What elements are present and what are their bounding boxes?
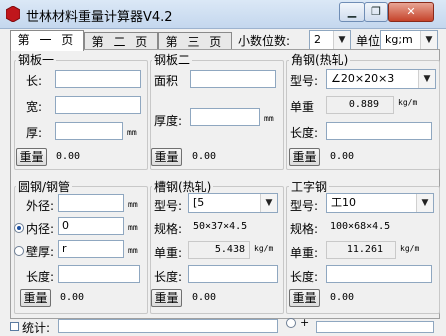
chevron-down-icon: ▼	[260, 194, 277, 212]
angle-length-input[interactable]	[326, 122, 432, 140]
plate2-area-input[interactable]	[190, 70, 276, 88]
minimize-button[interactable]: ▁	[339, 2, 365, 22]
unit-weight-label: 单重	[290, 100, 315, 114]
title-bar: 世林材料重量计算器V4.2 ▁ ❐ ✕	[0, 0, 446, 29]
spec-label: 规格:	[154, 222, 183, 236]
unit-system-value: kg;m	[385, 33, 413, 46]
channel-length-input[interactable]	[188, 265, 278, 283]
width-label: 宽:	[26, 100, 43, 114]
spec-label: 规格:	[290, 222, 319, 236]
wall-thickness-label: 壁厚:	[26, 245, 55, 259]
channel-weight-button[interactable]: 重量	[151, 289, 182, 307]
unit-weight-unit: kg/m	[254, 244, 274, 253]
inner-diameter-label: 内径:	[26, 222, 55, 236]
i-beam-length-input[interactable]	[326, 265, 432, 283]
i-beam-result: 0.00	[330, 292, 355, 303]
angle-unit-weight-value: 0.889	[326, 96, 394, 114]
thickness-label: 厚:	[26, 126, 43, 140]
plus-label: +	[300, 316, 310, 329]
outer-diameter-input[interactable]	[58, 194, 124, 212]
channel-spec-value: 50×37×4.5	[190, 218, 278, 236]
thickness-label: 厚度:	[154, 114, 183, 128]
app-hexagon-icon	[6, 6, 20, 22]
model-label: 型号:	[290, 199, 319, 213]
angle-result: 0.00	[330, 151, 355, 162]
plus-radio[interactable]	[286, 318, 296, 328]
plate1-length-input[interactable]	[55, 70, 141, 88]
outer-diameter-unit: mm	[128, 200, 138, 209]
round-steel-title: 圆钢/钢管	[16, 178, 73, 195]
bottom-input[interactable]	[316, 321, 434, 333]
angle-model-select[interactable]: ∠20×20×3 ▼	[326, 69, 436, 89]
plate1-weight-button[interactable]: 重量	[16, 148, 47, 166]
plate2-thickness-input[interactable]	[190, 108, 260, 126]
length-label: 长度:	[290, 270, 319, 284]
plate2-result: 0.00	[192, 151, 217, 162]
plate2-weight-button[interactable]: 重量	[151, 148, 182, 166]
unit-weight-label: 单重:	[290, 246, 319, 260]
model-label: 型号:	[154, 199, 183, 213]
total-label: 统计:	[22, 321, 51, 335]
channel-unit-weight-value: 5.438	[188, 241, 250, 259]
plate1-result: 0.00	[56, 151, 81, 162]
i-beam-unit-weight-value: 11.261	[326, 241, 396, 259]
channel-model-value: [5	[193, 196, 205, 209]
wall-thickness-input[interactable]: r	[58, 240, 124, 258]
i-beam-model-value: 工10	[331, 196, 356, 209]
thickness-unit: mm	[264, 114, 274, 123]
inner-diameter-radio[interactable]	[14, 223, 24, 233]
decimal-places-select[interactable]: 2 ▼	[309, 30, 351, 50]
decimal-places-value: 2	[314, 33, 321, 46]
channel-result: 0.00	[192, 292, 217, 303]
length-label: 长度:	[26, 270, 55, 284]
chevron-down-icon: ▼	[333, 31, 350, 49]
length-label: 长:	[26, 74, 43, 88]
angle-steel-title: 角钢(热轧)	[289, 51, 351, 68]
unit-system-select[interactable]: kg;m ▼	[380, 30, 438, 50]
restore-button[interactable]: ❐	[364, 2, 388, 22]
unit-weight-label: 单重:	[154, 246, 183, 260]
angle-model-value: ∠20×20×3	[331, 72, 395, 85]
round-length-input[interactable]	[58, 265, 140, 283]
window-title: 世林材料重量计算器V4.2	[26, 10, 173, 25]
i-beam-weight-button[interactable]: 重量	[289, 289, 320, 307]
angle-weight-button[interactable]: 重量	[289, 148, 320, 166]
plate1-thickness-input[interactable]	[55, 122, 123, 140]
thickness-unit: mm	[127, 128, 137, 137]
i-beam-model-select[interactable]: 工10 ▼	[326, 193, 434, 213]
channel-model-select[interactable]: [5 ▼	[188, 193, 278, 213]
close-button[interactable]: ✕	[388, 2, 434, 22]
round-weight-button[interactable]: 重量	[20, 289, 51, 307]
inner-diameter-input[interactable]: 0	[58, 217, 124, 235]
total-output	[58, 319, 278, 333]
length-label: 长度:	[290, 126, 319, 140]
chevron-down-icon: ▼	[416, 194, 433, 212]
i-beam-spec-value: 100×68×4.5	[327, 218, 433, 236]
i-beam-title: 工字钢	[289, 178, 330, 195]
steel-plate-2-title: 钢板二	[152, 51, 193, 68]
model-label: 型号:	[290, 74, 319, 88]
decimal-places-label: 小数位数:	[238, 34, 291, 48]
wall-thickness-radio[interactable]	[14, 246, 24, 256]
steel-plate-1-title: 钢板一	[16, 51, 57, 68]
unit-weight-unit: kg/m	[400, 244, 420, 253]
area-label: 面积	[154, 74, 179, 88]
inner-diameter-unit: mm	[128, 223, 138, 232]
chevron-down-icon: ▼	[418, 70, 435, 88]
unit-weight-unit: kg/m	[398, 98, 418, 107]
plate1-width-input[interactable]	[55, 96, 141, 114]
wall-thickness-unit: mm	[128, 246, 138, 255]
outer-diameter-label: 外径:	[26, 199, 55, 213]
chevron-down-icon: ▼	[420, 31, 437, 49]
round-result: 0.00	[60, 292, 85, 303]
length-label: 长度:	[154, 270, 183, 284]
tab-page-1[interactable]: 第 一 页	[10, 30, 84, 51]
